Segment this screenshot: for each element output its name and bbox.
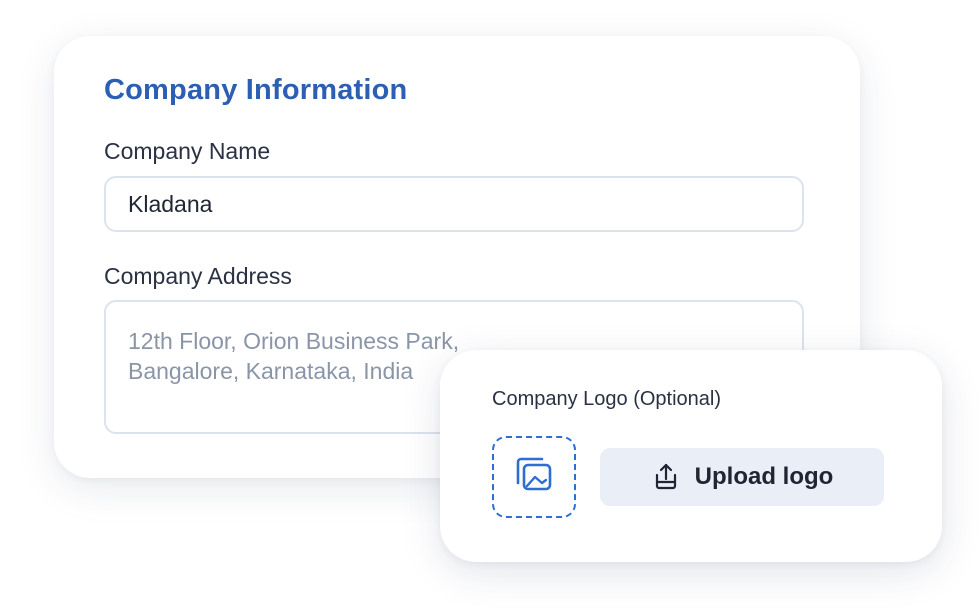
company-logo-label: Company Logo (Optional) bbox=[492, 388, 722, 410]
stage: Company Information Company Name Kladana… bbox=[0, 0, 980, 608]
upload-logo-label: Upload logo bbox=[694, 463, 834, 490]
company-name-input[interactable]: Kladana bbox=[104, 176, 804, 232]
logo-dropzone[interactable] bbox=[492, 436, 576, 518]
company-logo-card: Company Logo (Optional) Upload logo bbox=[440, 350, 942, 562]
section-title: Company Information bbox=[104, 74, 408, 106]
image-gallery-icon bbox=[515, 457, 553, 498]
upload-logo-button[interactable]: Upload logo bbox=[600, 448, 884, 506]
company-address-label: Company Address bbox=[104, 263, 292, 289]
company-name-label: Company Name bbox=[104, 138, 271, 164]
upload-icon bbox=[651, 462, 681, 492]
